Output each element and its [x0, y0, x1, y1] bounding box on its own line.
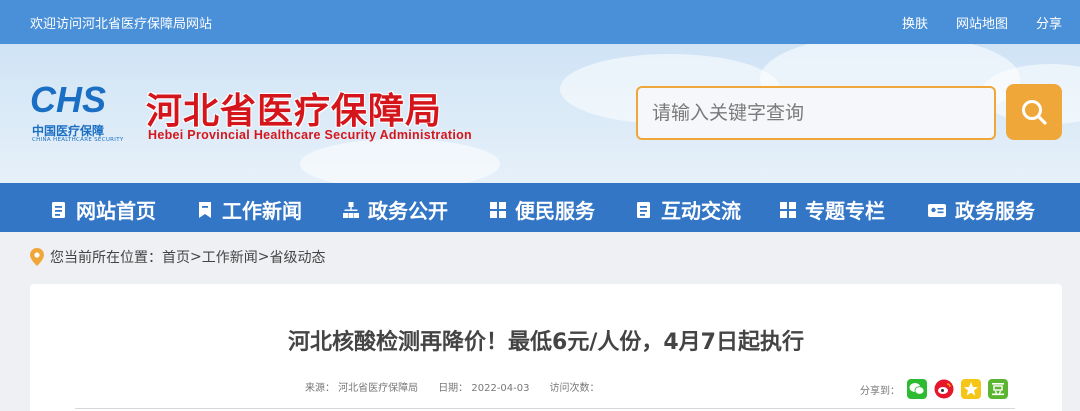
- nav-label: 工作新闻: [222, 199, 302, 223]
- sitemap-link[interactable]: 网站地图: [956, 13, 1008, 32]
- search-input[interactable]: 请输入关键字查询: [636, 86, 996, 140]
- wechat-share-button[interactable]: [907, 379, 927, 399]
- search-button[interactable]: [1006, 84, 1062, 140]
- bookmark-icon: [199, 201, 211, 218]
- qzone-share-button[interactable]: [961, 379, 981, 399]
- nav-item-news[interactable]: 工作新闻: [196, 195, 302, 224]
- breadcrumb-work-news[interactable]: 工作新闻: [202, 247, 258, 267]
- nav-label: 政务服务: [955, 199, 1035, 223]
- nav-label: 网站首页: [76, 199, 156, 223]
- grid-icon: [780, 201, 796, 218]
- site-header: CHS 中国医疗保障 CHINA HEALTHCARE SECURITY 河北省…: [0, 44, 1080, 183]
- chs-logo-icon: CHS: [30, 79, 106, 120]
- welcome-text: 欢迎访问河北省医疗保障局网站: [30, 17, 213, 32]
- chs-letters: CHS: [30, 82, 106, 118]
- site-subtitle: Hebei Provincial Healthcare Security Adm…: [148, 128, 472, 142]
- id-card-icon: [928, 203, 946, 217]
- article-visits: 访问次数：: [549, 383, 600, 394]
- org-chart-icon: [343, 201, 359, 218]
- article-date: 日期： 2022-04-03: [438, 383, 530, 394]
- article-title: 河北核酸检测再降价！最低6元/人份，4月7日起执行: [288, 330, 804, 355]
- search-icon: [1022, 100, 1047, 125]
- document-icon: [52, 201, 65, 218]
- weibo-share-button[interactable]: [934, 379, 954, 399]
- breadcrumb-home[interactable]: 首页: [162, 247, 190, 267]
- douban-icon: [992, 383, 1004, 396]
- nav-item-government-affairs[interactable]: 政务公开: [342, 195, 448, 224]
- logo-en-text: CHINA HEALTHCARE SECURITY: [32, 137, 124, 143]
- nav-item-gov-service[interactable]: 政务服务: [927, 195, 1035, 224]
- wechat-icon: [909, 383, 925, 395]
- breadcrumb-separator: >: [257, 249, 270, 265]
- share-link[interactable]: 分享: [1036, 13, 1062, 32]
- weibo-icon: [934, 379, 954, 399]
- main-nav: 网站首页 工作新闻 政务公开 便民服务 互动交流 专题专栏 政务服务: [0, 183, 1080, 232]
- document-icon: [637, 201, 650, 218]
- nav-label: 便民服务: [515, 199, 595, 223]
- nav-item-special-topics[interactable]: 专题专栏: [779, 195, 885, 224]
- nav-label: 政务公开: [368, 199, 448, 223]
- nav-label: 互动交流: [661, 199, 741, 223]
- nav-label: 专题专栏: [805, 199, 885, 223]
- breadcrumb-prefix: 您当前所在位置：: [50, 250, 162, 266]
- star-icon: [964, 382, 978, 396]
- breadcrumb-provincial-news[interactable]: 省级动态: [269, 247, 325, 267]
- article-source: 来源： 河北省医疗保障局: [305, 383, 419, 394]
- top-links: 换肤 网站地图 分享: [902, 13, 1062, 32]
- article-meta: 来源： 河北省医疗保障局 日期： 2022-04-03 访问次数：: [305, 379, 599, 394]
- nav-item-interaction[interactable]: 互动交流: [635, 195, 741, 224]
- top-bar: 欢迎访问河北省医疗保障局网站 换肤 网站地图 分享: [0, 0, 1080, 44]
- breadcrumb: 您当前所在位置： 首页 > 工作新闻 > 省级动态: [30, 247, 325, 267]
- nav-item-public-service[interactable]: 便民服务: [489, 195, 595, 224]
- douban-share-button[interactable]: [988, 379, 1008, 399]
- share-bar: 分享到：: [860, 379, 1008, 399]
- nav-item-home[interactable]: 网站首页: [50, 195, 156, 224]
- site-title[interactable]: 河北省医疗保障局: [146, 82, 442, 134]
- article-card: 河北核酸检测再降价！最低6元/人份，4月7日起执行 来源： 河北省医疗保障局 日…: [30, 284, 1062, 411]
- breadcrumb-separator: >: [190, 249, 202, 265]
- grid-icon: [490, 201, 506, 218]
- share-label: 分享到：: [860, 385, 900, 397]
- article-divider: [75, 408, 1015, 409]
- skin-link[interactable]: 换肤: [902, 13, 928, 32]
- location-pin-icon: [30, 248, 44, 266]
- cloud-decoration: [300, 139, 500, 183]
